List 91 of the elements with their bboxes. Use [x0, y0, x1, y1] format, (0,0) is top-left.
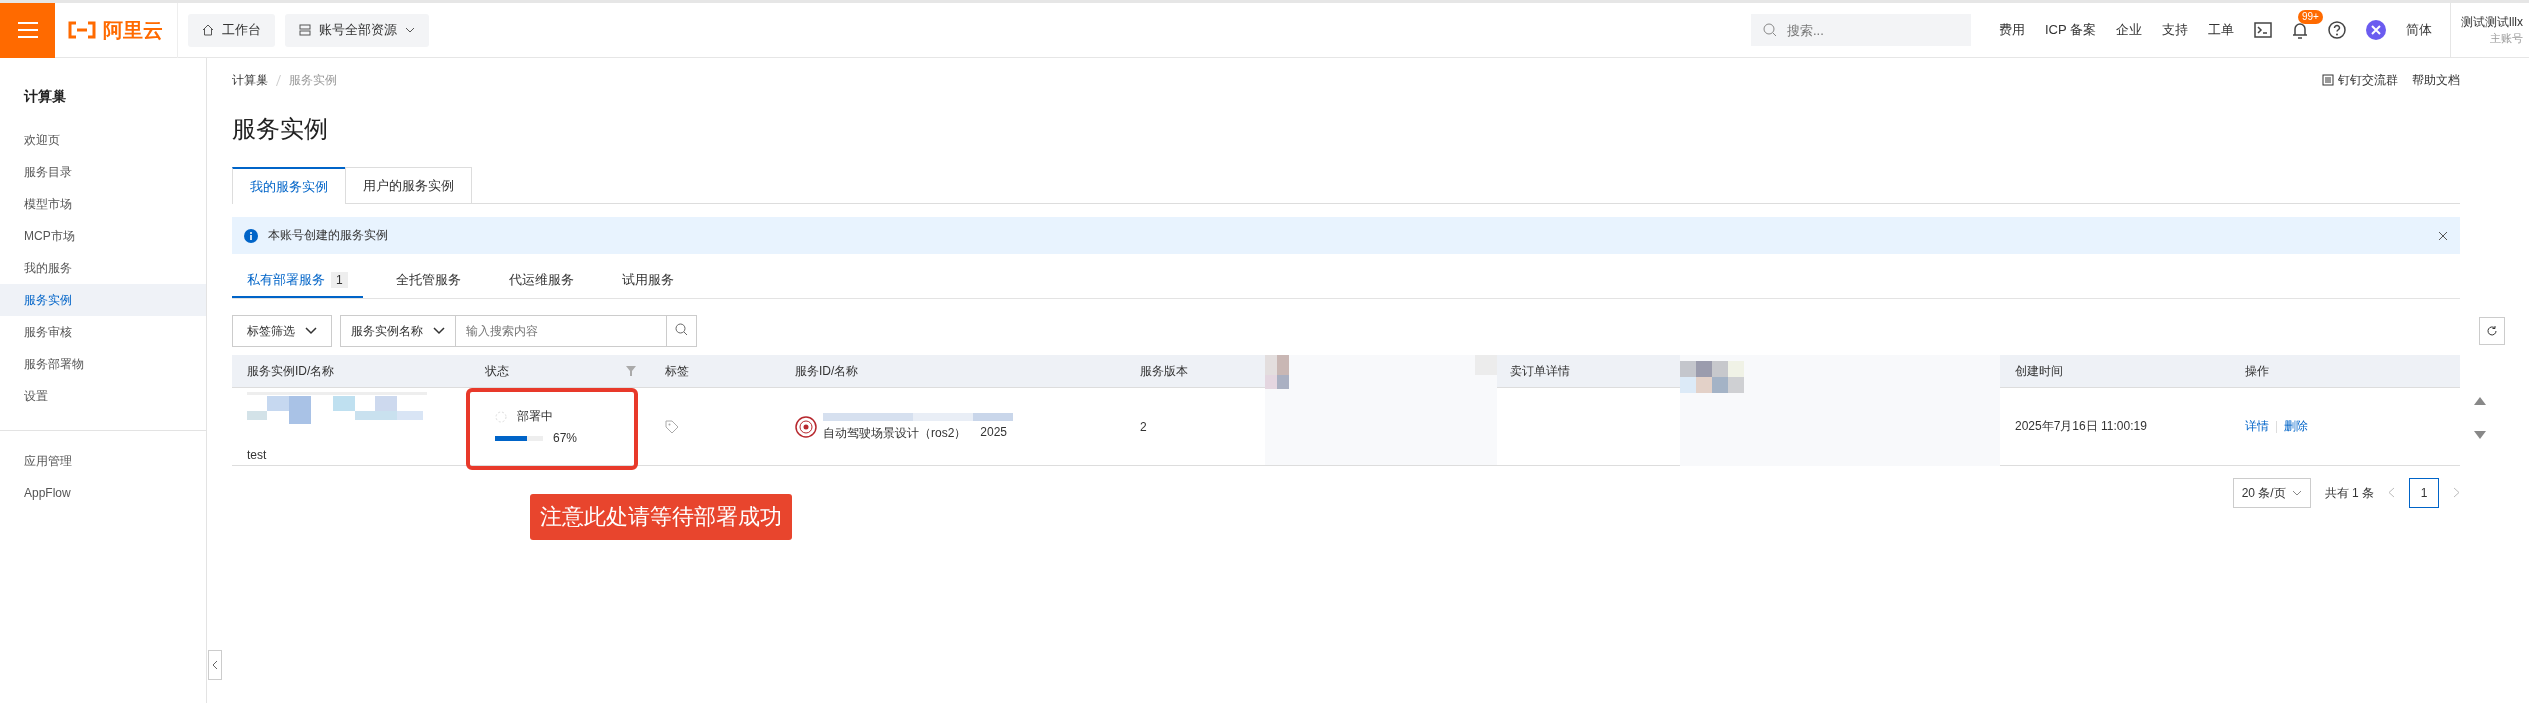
column-header: 状态: [485, 362, 509, 380]
sidebar-item[interactable]: 设置: [0, 380, 206, 412]
menu-button[interactable]: [0, 2, 55, 58]
sidebar-title: 计算巢: [22, 87, 67, 106]
refresh-button[interactable]: [2479, 317, 2505, 345]
search-field[interactable]: 搜索...: [1750, 14, 1971, 46]
sub-tab[interactable]: 代运维服务: [493, 264, 589, 298]
breadcrumb-item[interactable]: 计算巢: [232, 71, 268, 89]
table-cell: test: [247, 447, 267, 462]
logo-icon: [67, 21, 97, 39]
sidebar-item[interactable]: 服务部署物: [0, 348, 206, 380]
chevron-left-icon: [212, 660, 218, 670]
info-icon: [244, 228, 258, 243]
account-role: 主账号: [2490, 31, 2523, 46]
column-header: 标签: [665, 362, 689, 380]
list-icon: [2322, 74, 2334, 86]
notification-badge: 99+: [2298, 10, 2323, 24]
refresh-icon: [2486, 325, 2498, 337]
stack-icon: [299, 24, 311, 36]
total-count: 共有 1 条: [2324, 484, 2374, 502]
page-title: 服务实例: [232, 114, 329, 144]
callout-label: 注意此处请等待部署成功: [530, 494, 792, 540]
close-icon[interactable]: [2438, 230, 2448, 241]
sidebar-item[interactable]: 我的服务: [0, 252, 206, 284]
nav-link[interactable]: 费用: [1998, 21, 2025, 39]
nav-link[interactable]: 支持: [2162, 21, 2188, 39]
bell-icon[interactable]: [2292, 21, 2308, 39]
nav-link[interactable]: 企业: [2116, 21, 2142, 39]
spinner-icon: [495, 410, 507, 423]
sub-tab[interactable]: 全托管服务: [380, 264, 476, 298]
column-header: 卖订单详情: [1510, 362, 1570, 380]
menu-icon: [17, 22, 38, 38]
tab[interactable]: 用户的服务实例: [345, 167, 472, 203]
caret-icon: [433, 327, 445, 335]
sidebar-item[interactable]: 应用管理: [0, 445, 206, 477]
chevron-right-icon: [2453, 486, 2460, 498]
page-button[interactable]: 1: [2409, 478, 2439, 508]
sub-tab[interactable]: 私有部署服务 1: [232, 264, 363, 298]
column-header: 服务实例ID/名称: [247, 362, 335, 380]
scroll-up-icon[interactable]: [2474, 397, 2486, 405]
sidebar-item[interactable]: 服务审核: [0, 316, 206, 348]
status-text: 部署中: [517, 408, 553, 425]
nav-link[interactable]: ICP 备案: [2044, 21, 2096, 39]
progress-text: 67%: [553, 431, 578, 445]
caret-icon: [2291, 490, 2302, 496]
filter-icon[interactable]: [626, 366, 636, 376]
terminal-icon[interactable]: [2254, 22, 2272, 38]
emblem-icon: [795, 415, 817, 438]
sidebar-item[interactable]: 欢迎页: [0, 124, 206, 156]
search-input[interactable]: 搜索...: [1784, 21, 1959, 39]
table-cell: 2025年7月16日 11:00:19: [2015, 418, 2147, 435]
assistant-icon[interactable]: [2366, 20, 2386, 40]
column-header: 创建时间: [2015, 362, 2063, 380]
column-header: 服务版本: [1140, 362, 1188, 380]
chevron-left-icon: [2388, 486, 2395, 498]
home-icon: [202, 24, 214, 36]
breadcrumb-item: 服务实例: [289, 71, 337, 89]
tag-icon[interactable]: [665, 419, 679, 434]
resource-dropdown[interactable]: 账号全部资源: [285, 13, 429, 47]
sidebar-item[interactable]: 服务目录: [0, 156, 206, 188]
user-name[interactable]: 测试测试lllx: [2461, 14, 2523, 31]
caret-icon: [405, 27, 415, 33]
header-link[interactable]: 帮助文档: [2412, 71, 2460, 89]
service-name: 自动驾驶场景设计（ros2）: [823, 425, 967, 442]
scroll-down-icon[interactable]: [2474, 431, 2486, 439]
header-link[interactable]: 钉钉交流群: [2338, 71, 2398, 89]
search-field[interactable]: 服务实例名称 输入搜索内容: [340, 315, 697, 347]
sub-tab[interactable]: 试用服务: [606, 264, 689, 298]
tag-filter-dropdown[interactable]: 标签筛选: [232, 315, 332, 347]
page-size-select[interactable]: 20 条/页: [2232, 478, 2311, 508]
search-icon: [1762, 23, 1777, 37]
count-badge: 1: [331, 272, 348, 288]
sidebar-item[interactable]: AppFlow: [0, 477, 206, 509]
table-cell-text: 2025: [980, 425, 1008, 441]
sidebar-item[interactable]: MCP市场: [0, 220, 206, 252]
banner-text: 本账号创建的服务实例: [268, 227, 388, 244]
action-link[interactable]: 删除: [2284, 418, 2308, 435]
language-menu[interactable]: 简体: [2406, 21, 2432, 39]
search-icon: [675, 323, 688, 336]
workbench-button[interactable]: 工作台: [188, 13, 275, 47]
column-header: 操作: [2245, 362, 2269, 380]
table-cell: 2: [1140, 419, 1147, 434]
logo-text: 阿里云: [103, 17, 163, 43]
sidebar-item[interactable]: 模型市场: [0, 188, 206, 220]
nav-link[interactable]: 工单: [2208, 21, 2234, 39]
caret-icon: [305, 327, 317, 335]
sidebar-item[interactable]: 服务实例: [0, 284, 206, 316]
column-header: 服务ID/名称: [795, 362, 859, 380]
tab[interactable]: 我的服务实例: [232, 167, 346, 204]
help-icon[interactable]: [2328, 21, 2346, 39]
action-link[interactable]: 详情: [2245, 418, 2269, 435]
